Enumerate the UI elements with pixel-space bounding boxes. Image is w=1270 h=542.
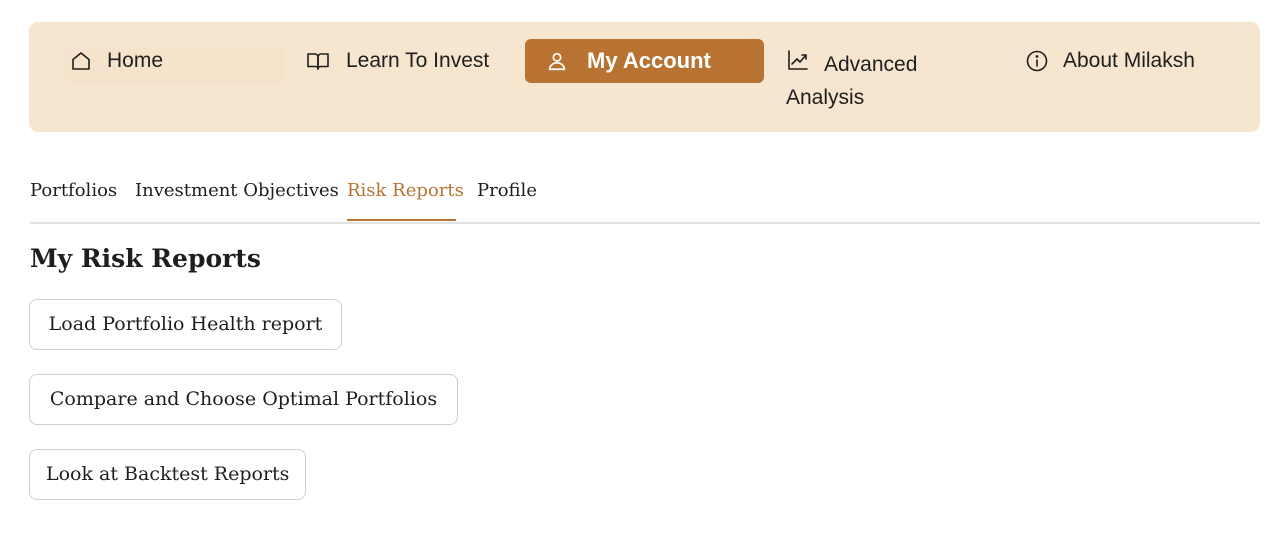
top-navigation-bar: Home Learn To Invest My Account Advanced… — [29, 22, 1260, 132]
active-tab-indicator — [347, 219, 456, 221]
nav-advanced-analysis[interactable]: Advanced Analysis — [784, 48, 984, 118]
nav-my-account[interactable]: My Account — [525, 39, 764, 83]
tab-portfolios[interactable]: Portfolios — [30, 180, 117, 202]
tab-risk-reports[interactable]: Risk Reports — [347, 180, 464, 202]
compare-optimal-portfolios-button[interactable]: Compare and Choose Optimal Portfolios — [29, 374, 458, 425]
nav-learn-to-invest-label: Learn To Invest — [346, 49, 490, 72]
user-icon — [546, 50, 568, 72]
nav-home[interactable]: Home — [65, 48, 285, 84]
nav-advanced-analysis-label: Advanced Analysis — [786, 53, 918, 109]
backtest-reports-button[interactable]: Look at Backtest Reports — [29, 449, 306, 500]
nav-home-label: Home — [107, 49, 164, 72]
account-tabs: Portfolios Investment Objectives Risk Re… — [30, 170, 1260, 224]
load-portfolio-health-report-button[interactable]: Load Portfolio Health report — [29, 299, 342, 350]
tab-investment-objectives[interactable]: Investment Objectives — [135, 180, 339, 202]
book-icon — [306, 49, 330, 73]
nav-learn-to-invest[interactable]: Learn To Invest — [305, 48, 525, 84]
nav-about-milaksh-label: About Milaksh — [1063, 49, 1195, 72]
home-icon — [69, 49, 93, 73]
info-icon — [1025, 49, 1049, 73]
nav-about-milaksh[interactable]: About Milaksh — [1023, 48, 1243, 84]
nav-my-account-label: My Account — [587, 48, 711, 73]
tab-profile[interactable]: Profile — [477, 180, 537, 202]
page-title: My Risk Reports — [30, 244, 261, 273]
